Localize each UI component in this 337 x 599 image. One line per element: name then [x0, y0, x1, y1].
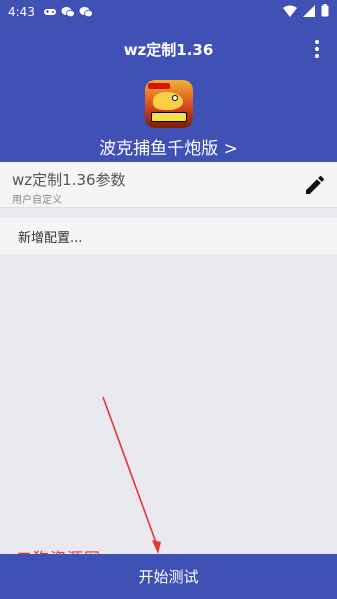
more-vert-icon[interactable] [307, 38, 327, 60]
add-config-button[interactable]: 新增配置... [0, 218, 337, 254]
config-row[interactable]: wz定制1.36参数 用户自定义 [0, 162, 337, 208]
wechat-icon [61, 6, 75, 18]
pencil-icon[interactable] [303, 173, 327, 197]
start-test-button[interactable]: 开始测试 [0, 554, 337, 599]
wifi-icon [283, 5, 297, 20]
status-bar: 4:43 [0, 0, 337, 24]
start-test-label: 开始测试 [138, 568, 199, 586]
add-config-label: 新增配置... [18, 230, 83, 246]
battery-icon [321, 4, 329, 20]
signal-icon [303, 4, 315, 20]
wechat-icon [79, 6, 93, 18]
game-header[interactable]: 波克捕鱼千炮版 > [0, 74, 337, 162]
app-bar: wz定制1.36 [0, 24, 337, 74]
config-subtitle: 用户自定义 [12, 195, 62, 206]
config-name: wz定制1.36参数 [12, 171, 126, 189]
game-title[interactable]: 波克捕鱼千炮版 > [99, 134, 238, 159]
app-title: wz定制1.36 [123, 40, 214, 59]
status-time: 4:43 [8, 5, 35, 19]
fish-game-icon [144, 80, 193, 128]
gamepad-icon [43, 6, 57, 18]
